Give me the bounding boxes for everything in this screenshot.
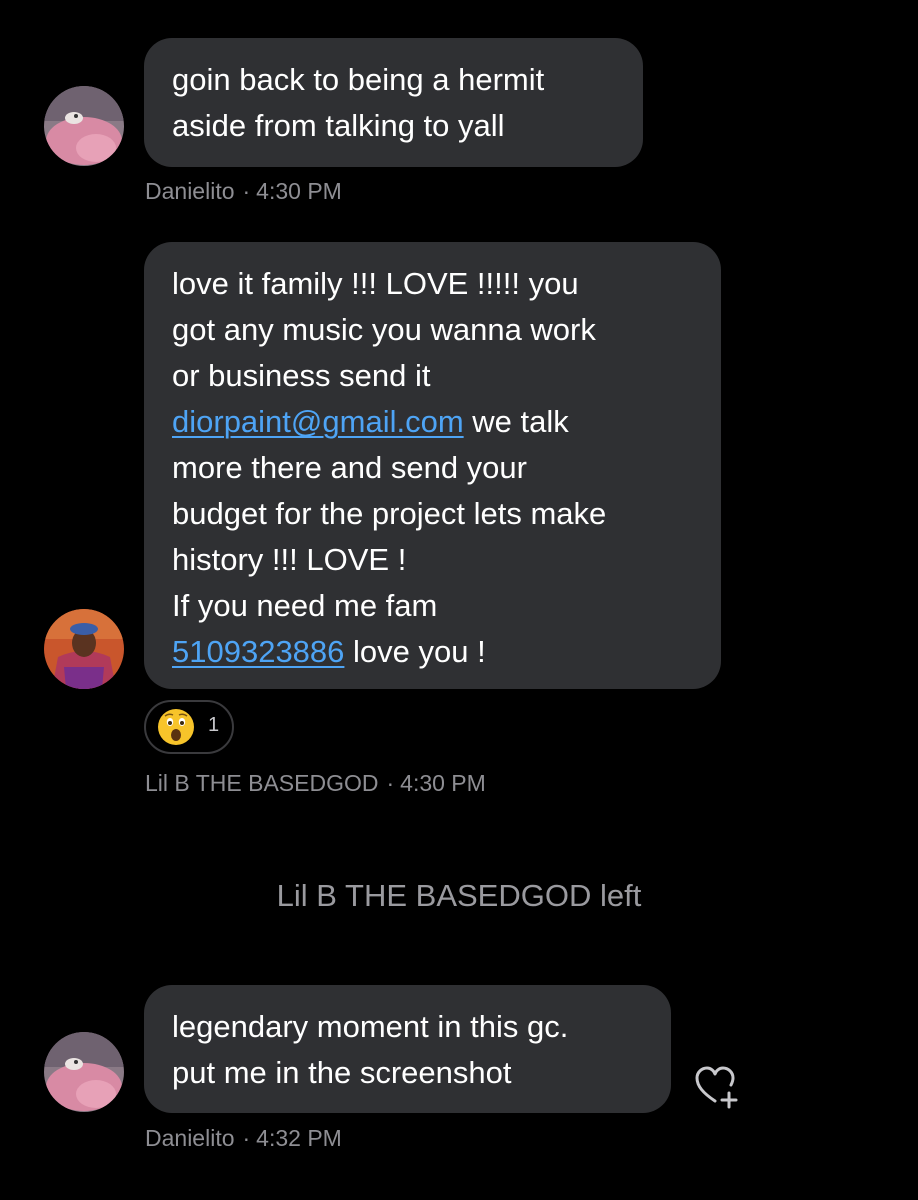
timestamp: 4:30 PM bbox=[256, 178, 342, 204]
message-text-line: legendary moment in this gc. bbox=[172, 1009, 569, 1044]
reaction-count: 1 bbox=[208, 714, 220, 736]
message-text-line: diorpaint@gmail.com we talk bbox=[172, 399, 693, 445]
message-text-line: put me in the screenshot bbox=[172, 1055, 512, 1090]
separator: · bbox=[242, 178, 251, 204]
sender-name: Lil B THE BASEDGOD bbox=[145, 770, 379, 796]
phone-link[interactable]: 5109323886 bbox=[172, 634, 344, 669]
message-bubble-2[interactable]: love it family !!! LOVE !!!!! you got an… bbox=[144, 242, 721, 689]
avatar-image bbox=[44, 86, 124, 166]
message-bubble-1[interactable]: goin back to being a hermit aside from t… bbox=[144, 38, 643, 167]
message-meta-3: Danielito · 4:32 PM bbox=[145, 1125, 342, 1152]
message-text-line: got any music you wanna work bbox=[172, 312, 596, 347]
message-text-line: 5109323886 love you ! bbox=[172, 629, 693, 675]
message-text-line: history !!! LOVE ! bbox=[172, 542, 407, 577]
email-trailing-text: we talk bbox=[463, 404, 569, 439]
timestamp: 4:30 PM bbox=[400, 770, 486, 796]
message-text-line: goin back to being a hermit bbox=[172, 62, 545, 97]
system-event-left: Lil B THE BASEDGOD left bbox=[276, 878, 642, 913]
avatar-danielito[interactable] bbox=[44, 86, 124, 166]
email-link[interactable]: diorpaint@gmail.com bbox=[172, 404, 464, 439]
timestamp: 4:32 PM bbox=[256, 1125, 342, 1151]
phone-trailing-text: love you ! bbox=[344, 634, 486, 669]
reaction-pill[interactable]: 1 bbox=[144, 700, 234, 754]
avatar-image bbox=[44, 609, 124, 689]
message-text-line: If you need me fam bbox=[172, 588, 438, 623]
sender-name: Danielito bbox=[145, 1125, 235, 1151]
message-meta-2: Lil B THE BASEDGOD · 4:30 PM bbox=[145, 770, 486, 797]
add-reaction-heart-icon[interactable] bbox=[693, 1063, 739, 1109]
message-meta-1: Danielito · 4:30 PM bbox=[145, 178, 342, 205]
astonished-face-icon bbox=[158, 709, 194, 745]
message-text-line: or business send it bbox=[172, 358, 431, 393]
message-text-line: more there and send your bbox=[172, 450, 527, 485]
avatar-image bbox=[44, 1032, 124, 1112]
sender-name: Danielito bbox=[145, 178, 235, 204]
avatar-lil-b[interactable] bbox=[44, 609, 124, 689]
separator: · bbox=[242, 1125, 251, 1151]
separator: · bbox=[386, 770, 395, 796]
avatar-danielito[interactable] bbox=[44, 1032, 124, 1112]
message-bubble-3[interactable]: legendary moment in this gc. put me in t… bbox=[144, 985, 671, 1113]
message-text-line: aside from talking to yall bbox=[172, 108, 505, 143]
message-text-line: budget for the project lets make bbox=[172, 496, 607, 531]
message-text-line: love it family !!! LOVE !!!!! you bbox=[172, 266, 579, 301]
